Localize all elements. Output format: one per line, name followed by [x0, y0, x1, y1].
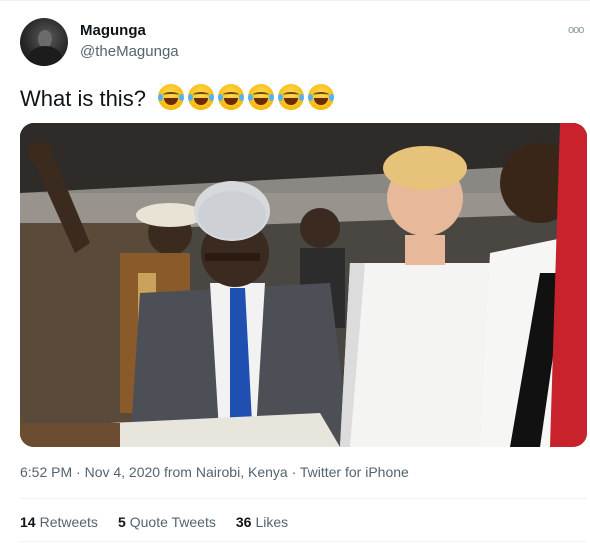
top-divider [0, 0, 590, 1]
divider [20, 498, 587, 499]
retweets-stat[interactable]: 14 Retweets [20, 514, 98, 530]
author-name[interactable]: Magunga [80, 22, 146, 39]
quote-tweets-count: 5 [117, 514, 126, 530]
tweet-card: Magunga @theMagunga ooo What is this? 6:… [0, 0, 590, 543]
laughing-emoji-icon [218, 84, 244, 110]
likes-count: 36 [235, 514, 252, 530]
tweet-timestamp[interactable]: 6:52 PM · Nov 4, 2020 from Nairobi, Keny… [20, 464, 409, 480]
laughing-emoji-icon [158, 84, 184, 110]
laughing-emoji-icon [248, 84, 274, 110]
retweets-label: Retweets [39, 514, 98, 530]
laughing-emoji-icon [278, 84, 304, 110]
tweet-text: What is this? [20, 86, 146, 111]
likes-stat[interactable]: 36 Likes [236, 514, 288, 530]
avatar[interactable] [20, 18, 68, 66]
photo-illustration [20, 123, 587, 447]
laughing-emoji-icon [308, 84, 334, 110]
quote-tweets-label: Quote Tweets [129, 514, 216, 530]
engagement-stats: 14 Retweets 5 Quote Tweets 36 Likes [20, 514, 288, 530]
avatar-body [28, 46, 62, 66]
laughing-emoji-icon [188, 84, 214, 110]
tweet-photo[interactable] [20, 123, 587, 447]
more-options-icon[interactable]: ooo [568, 24, 584, 36]
quote-tweets-stat[interactable]: 5 Quote Tweets [118, 514, 216, 530]
retweets-count: 14 [20, 514, 36, 530]
author-handle[interactable]: @theMagunga [80, 43, 179, 60]
emoji-row [158, 84, 334, 110]
likes-label: Likes [255, 514, 289, 530]
divider [20, 541, 587, 542]
